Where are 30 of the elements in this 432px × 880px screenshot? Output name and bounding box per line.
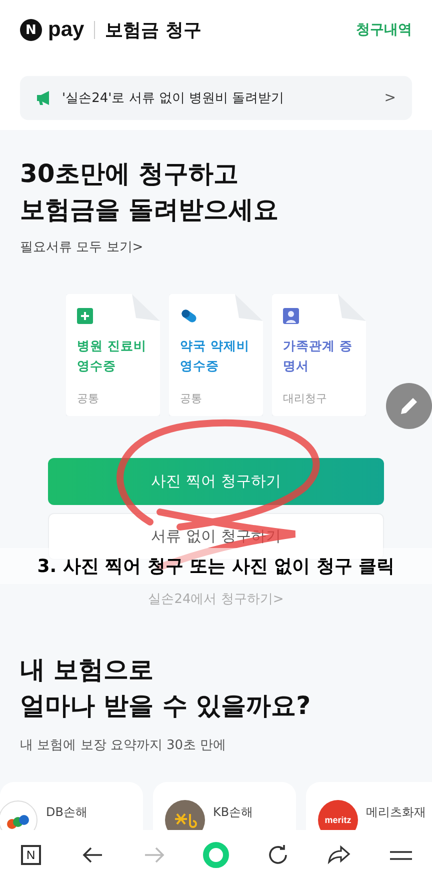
person-icon (283, 308, 299, 324)
headline: 30초만에 청구하고 보험금을 돌려받으세요 (20, 158, 280, 226)
insurer-card[interactable]: DB손해 (0, 782, 143, 830)
cross-icon (77, 308, 93, 324)
banner-text: '실손24'로 서류 없이 병원비 돌려받기 (62, 90, 286, 107)
pencil-icon (398, 395, 420, 417)
section-subtitle: 내 보험에 보장 요약까지 30초 만에 (20, 737, 228, 754)
logo-text: pay (48, 18, 84, 42)
insurer-name: 메리츠화재 (366, 804, 426, 821)
insurer-logo (165, 800, 205, 830)
section-title: 내 보험으로 얼마나 받을 수 있을까요? (20, 654, 312, 722)
document-tag: 공통 (180, 391, 252, 406)
insurer-card[interactable]: KB손해 (153, 782, 296, 830)
documents-link[interactable]: 필요서류 모두 보기> (20, 238, 144, 256)
document-title: 가족관계 증명서 (283, 337, 354, 375)
document-tag: 대리청구 (283, 391, 355, 406)
megaphone-icon (36, 91, 52, 105)
annotation-caption: 3. 사진 찍어 청구 또는 사진 없이 청구 클릭 (0, 548, 432, 584)
promo-banner[interactable]: '실손24'로 서류 없이 병원비 돌려받기 > (20, 76, 412, 120)
logo-mark: N (20, 19, 42, 41)
document-tag: 공통 (77, 391, 149, 406)
page-title: 보험금 청구 (105, 19, 202, 42)
insurer-logo: meritz (318, 800, 358, 830)
insurer-name: DB손해 (46, 804, 88, 821)
document-title: 병원 진료비 영수증 (77, 337, 148, 375)
insurer-card[interactable]: meritz 메리츠화재 (306, 782, 432, 830)
edit-button[interactable] (386, 383, 432, 429)
chevron-icon: > (384, 90, 396, 106)
document-title: 약국 약제비 영수증 (180, 337, 250, 375)
insurer-name: KB손해 (213, 804, 254, 821)
